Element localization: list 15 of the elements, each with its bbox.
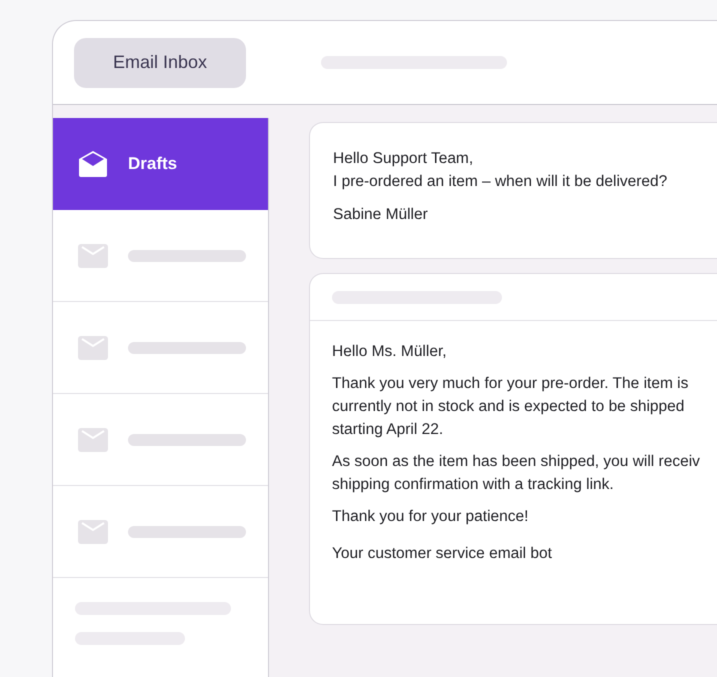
open-envelope-icon <box>78 150 108 178</box>
message-paragraph: Thank you for your patience! <box>332 507 530 527</box>
envelope-icon <box>78 428 108 452</box>
message-paragraph: Thank you very much for your pre-order. The item is currently not in stock and is expected to be shipped starting April 22. <box>332 374 690 440</box>
message-paragraph: Hello Support Team, I pre-ordered an item – when will it be delivered? <box>333 149 668 192</box>
message-paragraph: Your customer service email bot <box>332 544 553 564</box>
sidebar-item[interactable]: Drafts <box>53 118 268 210</box>
window-title[interactable]: Email Inbox <box>74 38 246 88</box>
envelope-icon <box>78 520 108 544</box>
message-paragraph: Hello Ms. Müller, <box>332 342 448 362</box>
message-paragraph: As soon as the item has been shipped, you will receiv shipping confirmation with a tracking link. <box>332 452 701 495</box>
envelope-icon <box>78 244 108 268</box>
envelope-icon <box>78 336 108 360</box>
message-paragraph: Sabine Müller <box>333 205 429 225</box>
sidebar-item-label: Drafts <box>128 154 178 174</box>
